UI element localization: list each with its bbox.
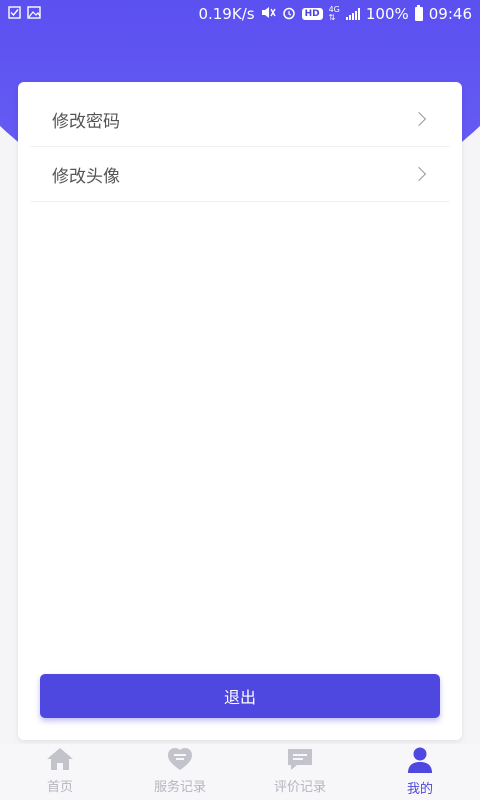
alarm-icon xyxy=(282,6,296,23)
service-record-icon xyxy=(168,748,192,770)
task-check-icon xyxy=(8,6,21,22)
tab-label: 我的 xyxy=(406,782,433,797)
settings-card: 修改密码 修改头像 退出 xyxy=(18,82,462,740)
tab-mine[interactable]: 我的 xyxy=(360,744,480,800)
tab-label: 服务记录 xyxy=(153,780,206,795)
network-arrows-icon: ⇅ xyxy=(328,13,336,22)
menu-item-change-password[interactable]: 修改密码 xyxy=(30,92,450,147)
menu-item-change-avatar[interactable]: 修改头像 xyxy=(30,147,450,202)
tab-home[interactable]: 首页 xyxy=(0,744,120,800)
net-speed: 0.19K/s xyxy=(198,5,255,23)
image-icon xyxy=(27,6,41,22)
logout-button[interactable]: 退出 xyxy=(40,674,440,718)
status-bar: 0.19K/s HD 4G ⇅ 100% 09:46 xyxy=(0,0,480,28)
user-icon xyxy=(408,747,432,773)
review-record-icon xyxy=(288,749,312,770)
chevron-right-icon xyxy=(411,166,427,182)
network-type: 4G ⇅ xyxy=(329,6,340,22)
tab-service-record[interactable]: 服务记录 xyxy=(120,744,240,800)
hd-icon: HD xyxy=(301,8,323,20)
tab-review-record[interactable]: 评价记录 xyxy=(240,744,360,800)
chevron-right-icon xyxy=(411,111,427,127)
status-left xyxy=(8,6,41,22)
tab-label: 首页 xyxy=(46,780,73,795)
status-right: 0.19K/s HD 4G ⇅ 100% 09:46 xyxy=(198,5,472,23)
battery-percent: 100% xyxy=(365,5,409,23)
menu-item-label: 修改密码 xyxy=(52,111,120,132)
battery-icon xyxy=(414,5,423,21)
menu-item-label: 修改头像 xyxy=(52,166,120,187)
tab-label: 评价记录 xyxy=(273,780,326,795)
home-icon xyxy=(47,748,73,770)
bottom-tab-bar: 首页 服务记录 评价记录 我的 xyxy=(0,744,480,800)
mute-icon xyxy=(261,6,276,22)
status-time: 09:46 xyxy=(428,5,472,23)
screen: 0.19K/s HD 4G ⇅ 100% 09:46 修改密码 修改头像 退出 … xyxy=(0,0,480,800)
signal-icon xyxy=(345,8,360,20)
